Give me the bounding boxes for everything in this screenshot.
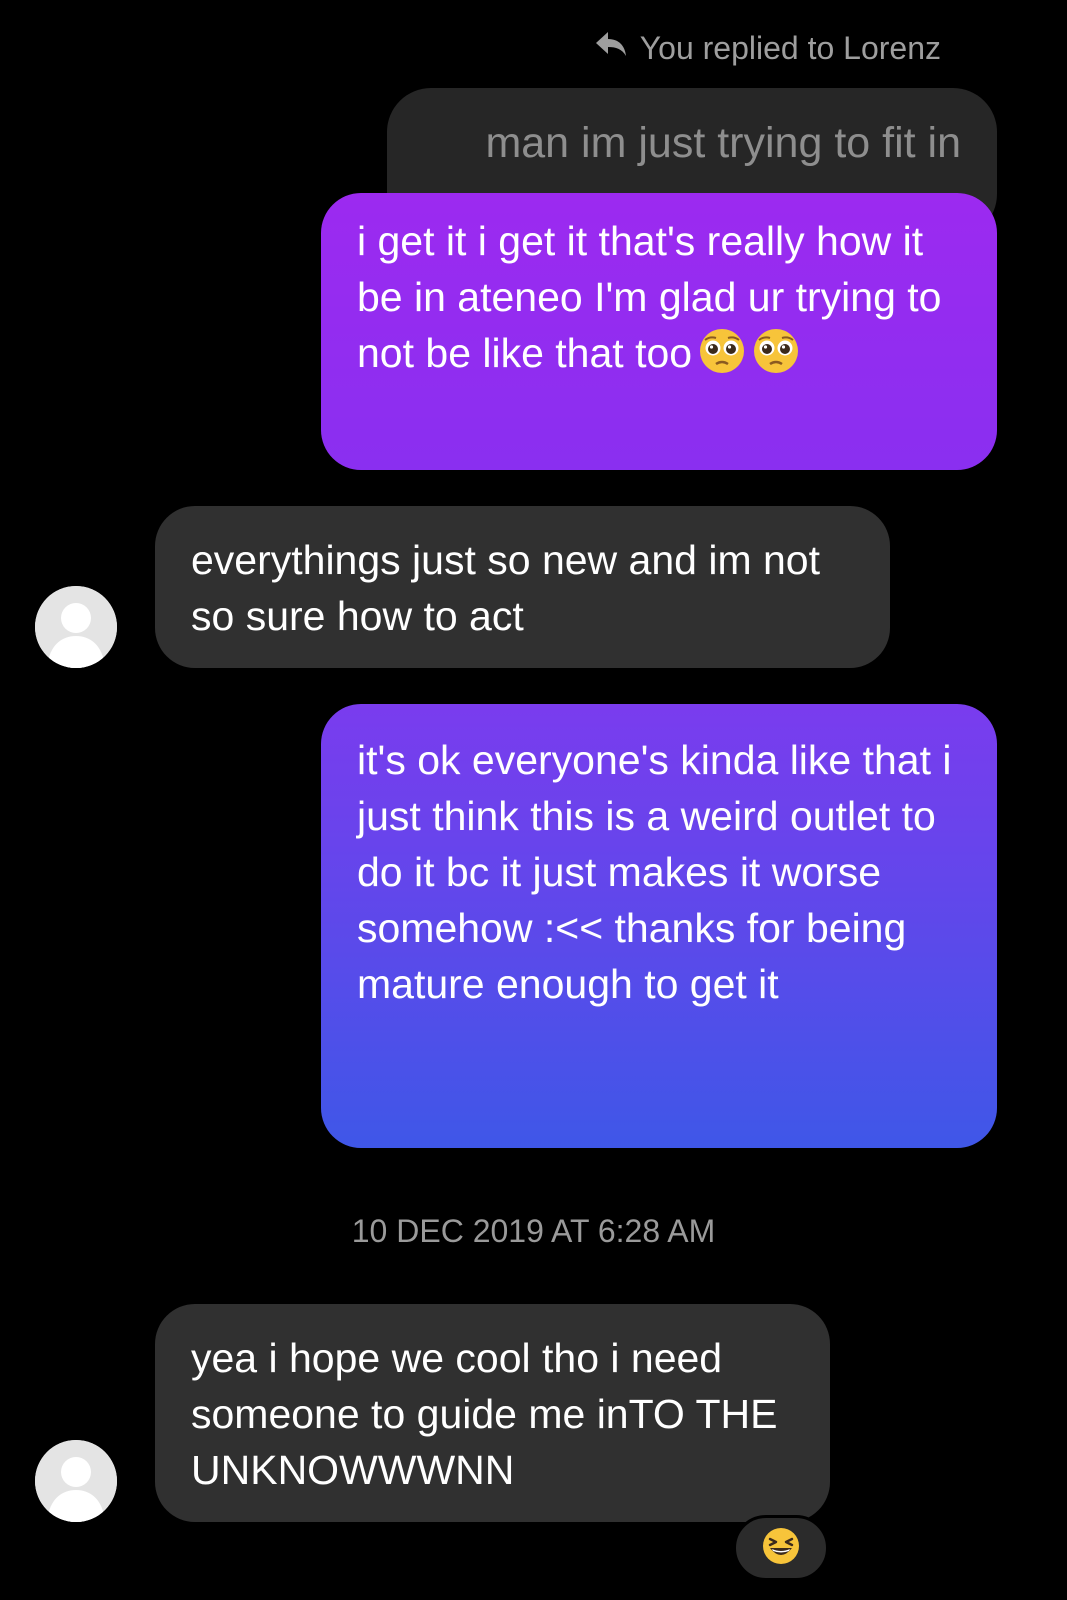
outgoing-message-bubble[interactable]: i get it i get it that's really how it b… xyxy=(321,193,997,470)
default-avatar-icon[interactable] xyxy=(35,1440,117,1522)
message-text: i get it i get it that's really how it b… xyxy=(357,218,942,376)
default-avatar-icon[interactable] xyxy=(35,586,117,668)
message-reaction[interactable] xyxy=(733,1515,829,1581)
message-text: yea i hope we cool tho i need someone to… xyxy=(191,1335,778,1493)
timestamp-divider: 10 DEC 2019 AT 6:28 AM xyxy=(351,1213,716,1249)
incoming-message-bubble[interactable]: everythings just so new and im not so su… xyxy=(155,506,890,668)
reply-header-text: You replied to Lorenz xyxy=(639,29,941,66)
grinning-squinting-face-icon xyxy=(761,1526,801,1571)
quoted-message-text: man im just trying to fit in xyxy=(485,119,961,167)
pleading-face-icon xyxy=(752,327,800,375)
message-text: it's ok everyone's kinda like that i jus… xyxy=(357,737,952,1007)
outgoing-message-bubble[interactable]: it's ok everyone's kinda like that i jus… xyxy=(321,704,997,1148)
message-text: everythings just so new and im not so su… xyxy=(191,537,820,639)
pleading-face-icon xyxy=(698,327,746,375)
incoming-message-bubble[interactable]: yea i hope we cool tho i need someone to… xyxy=(155,1304,830,1522)
reply-header: You replied to Lorenz xyxy=(594,28,941,68)
reply-arrow-icon xyxy=(594,29,628,67)
